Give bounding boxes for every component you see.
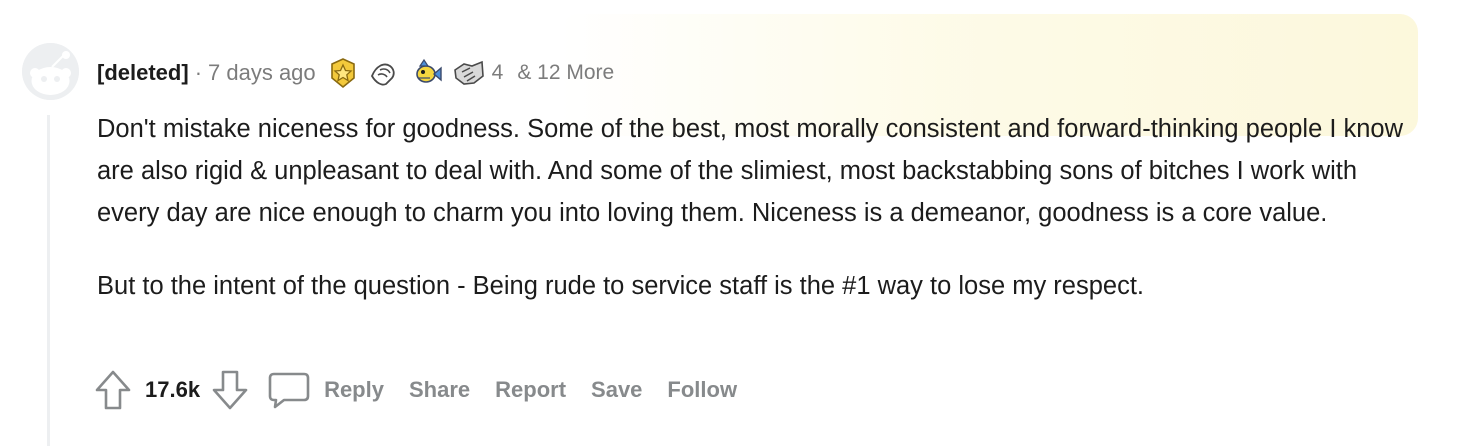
comment-paragraph: Don't mistake niceness for goodness. Som…: [97, 115, 1404, 227]
author-name[interactable]: [deleted]: [97, 60, 189, 86]
upvote-arrow-icon[interactable]: [93, 368, 133, 412]
timestamp[interactable]: 7 days ago: [208, 60, 316, 86]
comment-actions: 17.6k Reply Share Report Save Follow: [93, 366, 762, 414]
follow-button[interactable]: Follow: [667, 377, 737, 403]
downvote-arrow-icon[interactable]: [210, 368, 250, 412]
comment: [deleted] · 7 days ago 4 & 12 More Don't…: [0, 0, 1484, 446]
thread-line[interactable]: [47, 115, 50, 446]
comment-body: Don't mistake niceness for goodness. Som…: [97, 108, 1407, 307]
hands-award-icon[interactable]: [368, 56, 402, 90]
report-button[interactable]: Report: [495, 377, 566, 403]
avatar[interactable]: [22, 43, 79, 100]
chat-bubble-icon: [268, 370, 310, 410]
save-button[interactable]: Save: [591, 377, 642, 403]
handshake-award-icon[interactable]: [452, 56, 486, 90]
fish-award-icon[interactable]: [410, 56, 444, 90]
award-count: 4: [491, 61, 504, 84]
gold-star-award-icon[interactable]: [326, 56, 360, 90]
meta-separator: ·: [194, 60, 203, 85]
share-button[interactable]: Share: [409, 377, 470, 403]
comment-paragraph: But to the intent of the question - Bein…: [97, 272, 1145, 300]
reply-label[interactable]: Reply: [324, 377, 384, 403]
awards-more-link[interactable]: & 12 More: [517, 61, 614, 85]
awards-bar[interactable]: 4 & 12 More: [326, 56, 614, 90]
reply-button[interactable]: Reply: [268, 370, 409, 410]
vote-score: 17.6k: [145, 377, 201, 402]
snoo-avatar-icon: [22, 43, 79, 100]
comment-meta: [deleted] · 7 days ago 4 & 12 More: [97, 56, 614, 90]
